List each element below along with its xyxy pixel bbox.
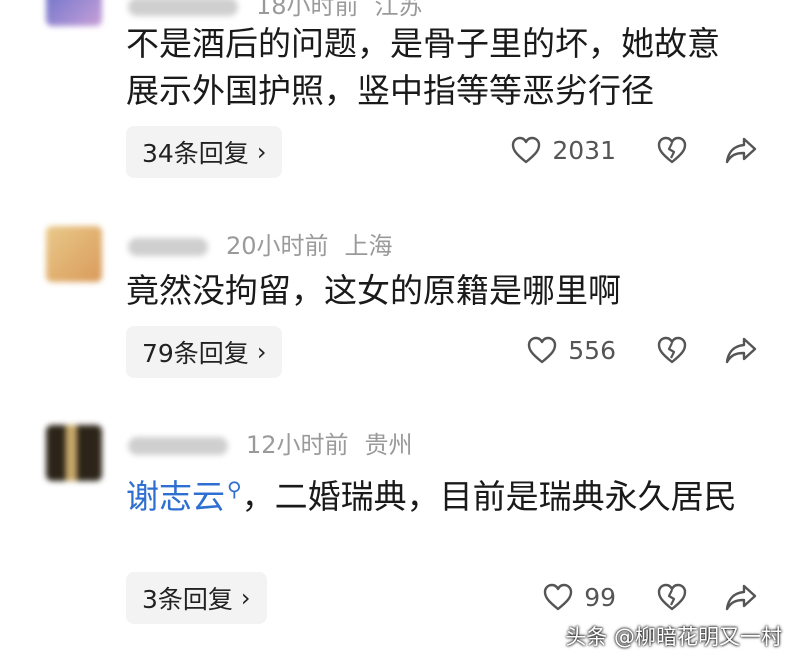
share-arrow-icon (725, 137, 757, 164)
share-button[interactable] (724, 135, 758, 165)
comment-actions: 2031 (510, 135, 758, 165)
comment-text: 竟然没拘留，这女的原籍是哪里啊 (126, 271, 621, 310)
watermark: 头条 @柳暗花明又一村 (565, 625, 782, 649)
reply-count-label: 79条回复 (142, 339, 249, 368)
comment-text: 谢志云 ⚲，二婚瑞典，目前是瑞典永久居民 (126, 466, 746, 520)
share-arrow-icon (725, 337, 757, 364)
username[interactable] (128, 0, 238, 16)
like-button[interactable]: 556 (526, 335, 616, 365)
share-arrow-icon (725, 584, 757, 611)
broken-heart-icon (657, 583, 687, 611)
comment-meta: 20小时前 上海 (128, 226, 393, 261)
comment-actions: 99 (542, 582, 758, 612)
comment-meta: 12小时前 贵州 (128, 425, 413, 460)
dislike-button[interactable] (656, 582, 688, 612)
avatar[interactable] (46, 226, 102, 282)
comment-time: 18小时前 (256, 0, 359, 20)
share-button[interactable] (724, 335, 758, 365)
share-button[interactable] (724, 582, 758, 612)
chevron-right-icon: › (256, 338, 267, 366)
comment-location: 江苏 (374, 0, 423, 20)
broken-heart-icon (657, 336, 687, 364)
reply-count-button[interactable]: 79条回复 › (126, 326, 283, 378)
comment-body: ，二婚瑞典，目前是瑞典永久居民 (241, 477, 737, 516)
avatar[interactable] (46, 0, 102, 26)
reply-count-button[interactable]: 34条回复 › (126, 126, 283, 178)
comment-actions: 556 (526, 335, 758, 365)
dislike-button[interactable] (656, 335, 688, 365)
comment-meta: 18小时前 江苏 (128, 0, 423, 21)
search-icon: ⚲ (227, 477, 242, 501)
dislike-button[interactable] (656, 135, 688, 165)
comment-time: 12小时前 (246, 431, 349, 459)
avatar[interactable] (46, 425, 102, 481)
like-count: 556 (568, 335, 616, 365)
comment-text: 不是酒后的问题，是骨子里的坏，她故意展示外国护照，竖中指等等恶劣行径 (126, 24, 720, 110)
chevron-right-icon: › (256, 138, 267, 166)
comment-time: 20小时前 (226, 232, 329, 260)
mention-link[interactable]: 谢志云 ⚲ (126, 477, 242, 516)
username[interactable] (128, 437, 228, 455)
like-count: 99 (584, 582, 616, 612)
reply-count-label: 3条回复 (142, 585, 233, 614)
reply-count-label: 34条回复 (142, 139, 249, 168)
like-button[interactable]: 99 (542, 582, 616, 612)
heart-outline-icon (512, 136, 541, 164)
heart-outline-icon (543, 583, 573, 611)
mention-name: 谢志云 (126, 477, 225, 516)
username[interactable] (128, 238, 208, 256)
heart-outline-icon (528, 336, 557, 364)
comment-location: 贵州 (364, 431, 413, 459)
reply-count-button[interactable]: 3条回复 › (126, 572, 267, 624)
chevron-right-icon: › (240, 584, 251, 612)
comment-location: 上海 (344, 232, 393, 260)
broken-heart-icon (657, 136, 687, 164)
like-count: 2031 (552, 135, 616, 165)
like-button[interactable]: 2031 (510, 135, 616, 165)
